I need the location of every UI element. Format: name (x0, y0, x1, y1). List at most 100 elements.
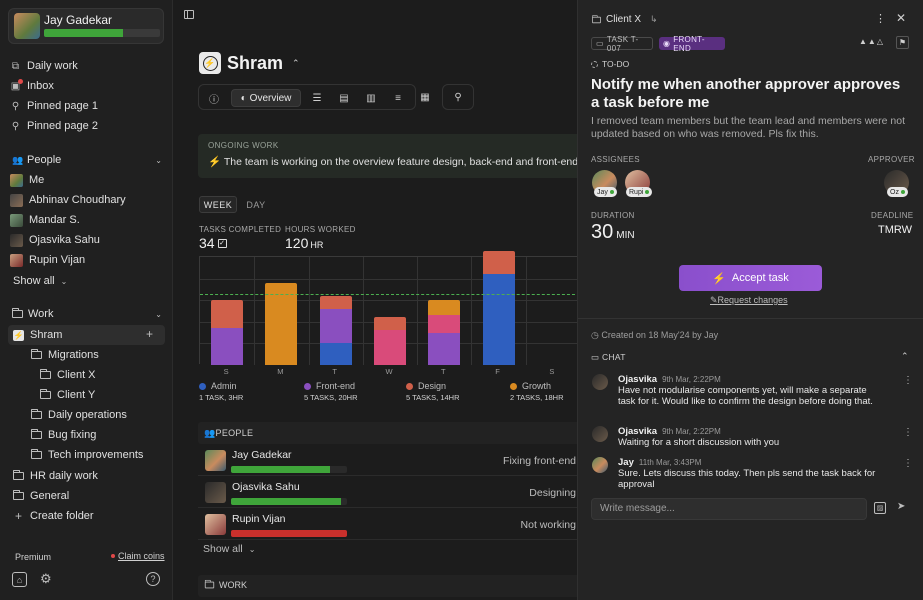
list-view-icon[interactable]: ☰ (308, 89, 326, 107)
person-label: Mandar S. (29, 214, 80, 226)
chat-message-input[interactable]: Write message... (591, 498, 867, 520)
bar-segment[interactable] (265, 282, 298, 365)
send-icon[interactable]: ➤ (897, 501, 905, 512)
message-time: 9th Mar, 2:22PM (662, 427, 721, 436)
timeline-view-icon[interactable]: ≡ (389, 89, 407, 107)
created-info: ◷ Created on 18 May'24 by Jay (591, 330, 718, 341)
message-more-icon[interactable]: ⋮ (903, 427, 913, 438)
sidebar-toggle-icon[interactable] (184, 10, 194, 19)
people-show-all[interactable]: Show all ⌄ (13, 272, 67, 290)
sidebar-item-tech-improvements[interactable]: Tech improvements (31, 446, 143, 464)
task-description[interactable]: I removed team members but the team lead… (591, 115, 911, 141)
settings-gear-icon[interactable]: ⚙ (40, 571, 52, 587)
tab-week[interactable]: WEEK (199, 196, 237, 213)
chat-message: Ojasvika 9th Mar, 2:22PM Have not modulari… (618, 374, 878, 407)
sidebar-person-me[interactable]: Me (10, 171, 44, 189)
sidebar-person-abhinav[interactable]: Abhinav Choudhary (10, 191, 126, 209)
bar-segment[interactable] (374, 317, 406, 331)
sidebar-item-hr-daily-work[interactable]: HR daily work (13, 467, 98, 485)
sidebar-person-ojasvika[interactable]: Ojasvika Sahu (10, 231, 100, 249)
tab-overview[interactable]: ◐ Overview (231, 89, 301, 107)
bar-segment[interactable] (428, 315, 461, 333)
legend-item[interactable]: Admin 1 TASK, 3HR (199, 381, 243, 402)
bar-segment[interactable] (319, 295, 352, 309)
legend-item[interactable]: Design 5 TASKS, 14HR (406, 381, 460, 402)
bar-segment[interactable] (211, 300, 244, 329)
task-title[interactable]: Notify me when another approver approves… (591, 76, 911, 112)
chevron-down-icon[interactable]: ⌄ (155, 310, 162, 319)
status-badge[interactable]: TO-DO (591, 59, 629, 69)
legend-item[interactable]: Growth 2 TASKS, 18HR (510, 381, 564, 402)
bar-segment[interactable] (428, 300, 461, 316)
sidebar-item-pinned-2[interactable]: ⚲ Pinned page 2 (10, 117, 98, 135)
bar-segment[interactable] (211, 328, 244, 365)
notification-bells-icon[interactable]: ▲▲△ (859, 37, 884, 46)
person-row[interactable]: Rupin Vijan Not working (198, 510, 577, 540)
tab-day[interactable]: DAY (237, 196, 275, 213)
bar-segment[interactable] (319, 343, 352, 365)
chevron-up-icon[interactable]: ⌃ (292, 58, 300, 69)
breadcrumb[interactable]: Client X ↳ (591, 14, 658, 25)
deadline-value[interactable]: TMRW (878, 224, 912, 236)
info-icon[interactable]: ⓘ (205, 89, 223, 107)
plan-label: Premium (15, 552, 52, 562)
message-author: Jay (618, 457, 634, 468)
claim-coins-link[interactable]: Claim coins (111, 551, 165, 561)
request-changes-link[interactable]: ✎Request changes (710, 295, 788, 306)
pin-icon[interactable]: ⚲ (442, 84, 474, 110)
sidebar-person-mandar[interactable]: Mandar S. (10, 211, 80, 229)
message-more-icon[interactable]: ⋮ (903, 375, 913, 386)
folder-icon (31, 349, 42, 359)
table-view-icon[interactable]: ▤ (335, 89, 353, 107)
front-end-tag[interactable]: ◉ FRONT-END (659, 35, 725, 53)
sidebar-item-daily-work[interactable]: ⧉ Daily work (10, 57, 78, 75)
sidebar-item-migrations[interactable]: Migrations (31, 346, 99, 364)
bar-segment[interactable] (482, 274, 515, 365)
sidebar-item-daily-operations[interactable]: Daily operations (31, 406, 127, 424)
duration-value[interactable]: 30 MIN (591, 221, 635, 244)
sidebar-item-client-x[interactable]: Client X (40, 366, 96, 384)
approver-oz[interactable]: Oz (884, 170, 909, 197)
chat-message: Jay 11th Mar, 3:43PM Sure. Lets discuss th… (618, 457, 878, 490)
help-icon[interactable]: ? (146, 572, 160, 586)
calendar-view-icon[interactable]: ▦ (416, 88, 434, 106)
assignee-rupi[interactable]: Rupi (625, 170, 653, 197)
chevron-down-icon[interactable]: ⌄ (155, 156, 162, 165)
chevron-up-icon[interactable]: ⌃ (901, 351, 909, 362)
home-icon[interactable]: ⌂ (12, 572, 27, 587)
add-icon[interactable]: + (146, 328, 153, 340)
sidebar-item-pinned-1[interactable]: ⚲ Pinned page 1 (10, 97, 98, 115)
sidebar-person-rupin[interactable]: Rupin Vijan (10, 251, 85, 269)
bar-segment[interactable] (428, 332, 461, 365)
online-dot (645, 190, 650, 194)
sidebar-item-bug-fixing[interactable]: Bug fixing (31, 426, 96, 444)
avatar (10, 213, 23, 227)
assignee-jay[interactable]: Jay (592, 170, 617, 197)
create-folder-button[interactable]: + Create folder (13, 507, 94, 525)
bar-segment[interactable] (374, 330, 406, 365)
person-row[interactable]: Ojasvika Sahu Designing (198, 478, 577, 508)
sidebar-item-client-y[interactable]: Client Y (40, 386, 95, 404)
people-icon: 👥 (204, 428, 216, 438)
close-icon[interactable]: ✕ (896, 11, 906, 25)
sidebar-item-general[interactable]: General (13, 487, 69, 505)
work-section-header[interactable]: Work ⌄ (12, 305, 162, 323)
flag-icon[interactable]: ⚑ (896, 36, 909, 49)
approver-label: APPROVER (868, 155, 915, 164)
bar-segment[interactable] (482, 250, 515, 275)
people-section-header[interactable]: 👥 People ⌄ (12, 151, 162, 169)
sidebar-item-inbox[interactable]: ▣ Inbox (10, 77, 54, 95)
legend-item[interactable]: Front-end 5 TASKS, 20HR (304, 381, 358, 402)
people-show-all[interactable]: Show all ⌄ (203, 543, 255, 555)
sidebar-item-label: Client Y (57, 389, 96, 401)
bolt-icon: ⚡ (208, 156, 222, 168)
person-row[interactable]: Jay Gadekar Fixing front-end (198, 446, 577, 476)
more-options-icon[interactable]: ⋮ (875, 12, 886, 25)
accept-task-button[interactable]: ⚡ Accept task (679, 265, 822, 291)
message-more-icon[interactable]: ⋮ (903, 458, 913, 469)
user-card[interactable]: Jay Gadekar (8, 8, 164, 44)
attach-image-icon[interactable]: ▨ (874, 502, 886, 514)
bar-segment[interactable] (319, 308, 352, 344)
sidebar-item-shram[interactable]: ⚡ Shram (13, 326, 62, 344)
board-view-icon[interactable]: ▥ (362, 89, 380, 107)
